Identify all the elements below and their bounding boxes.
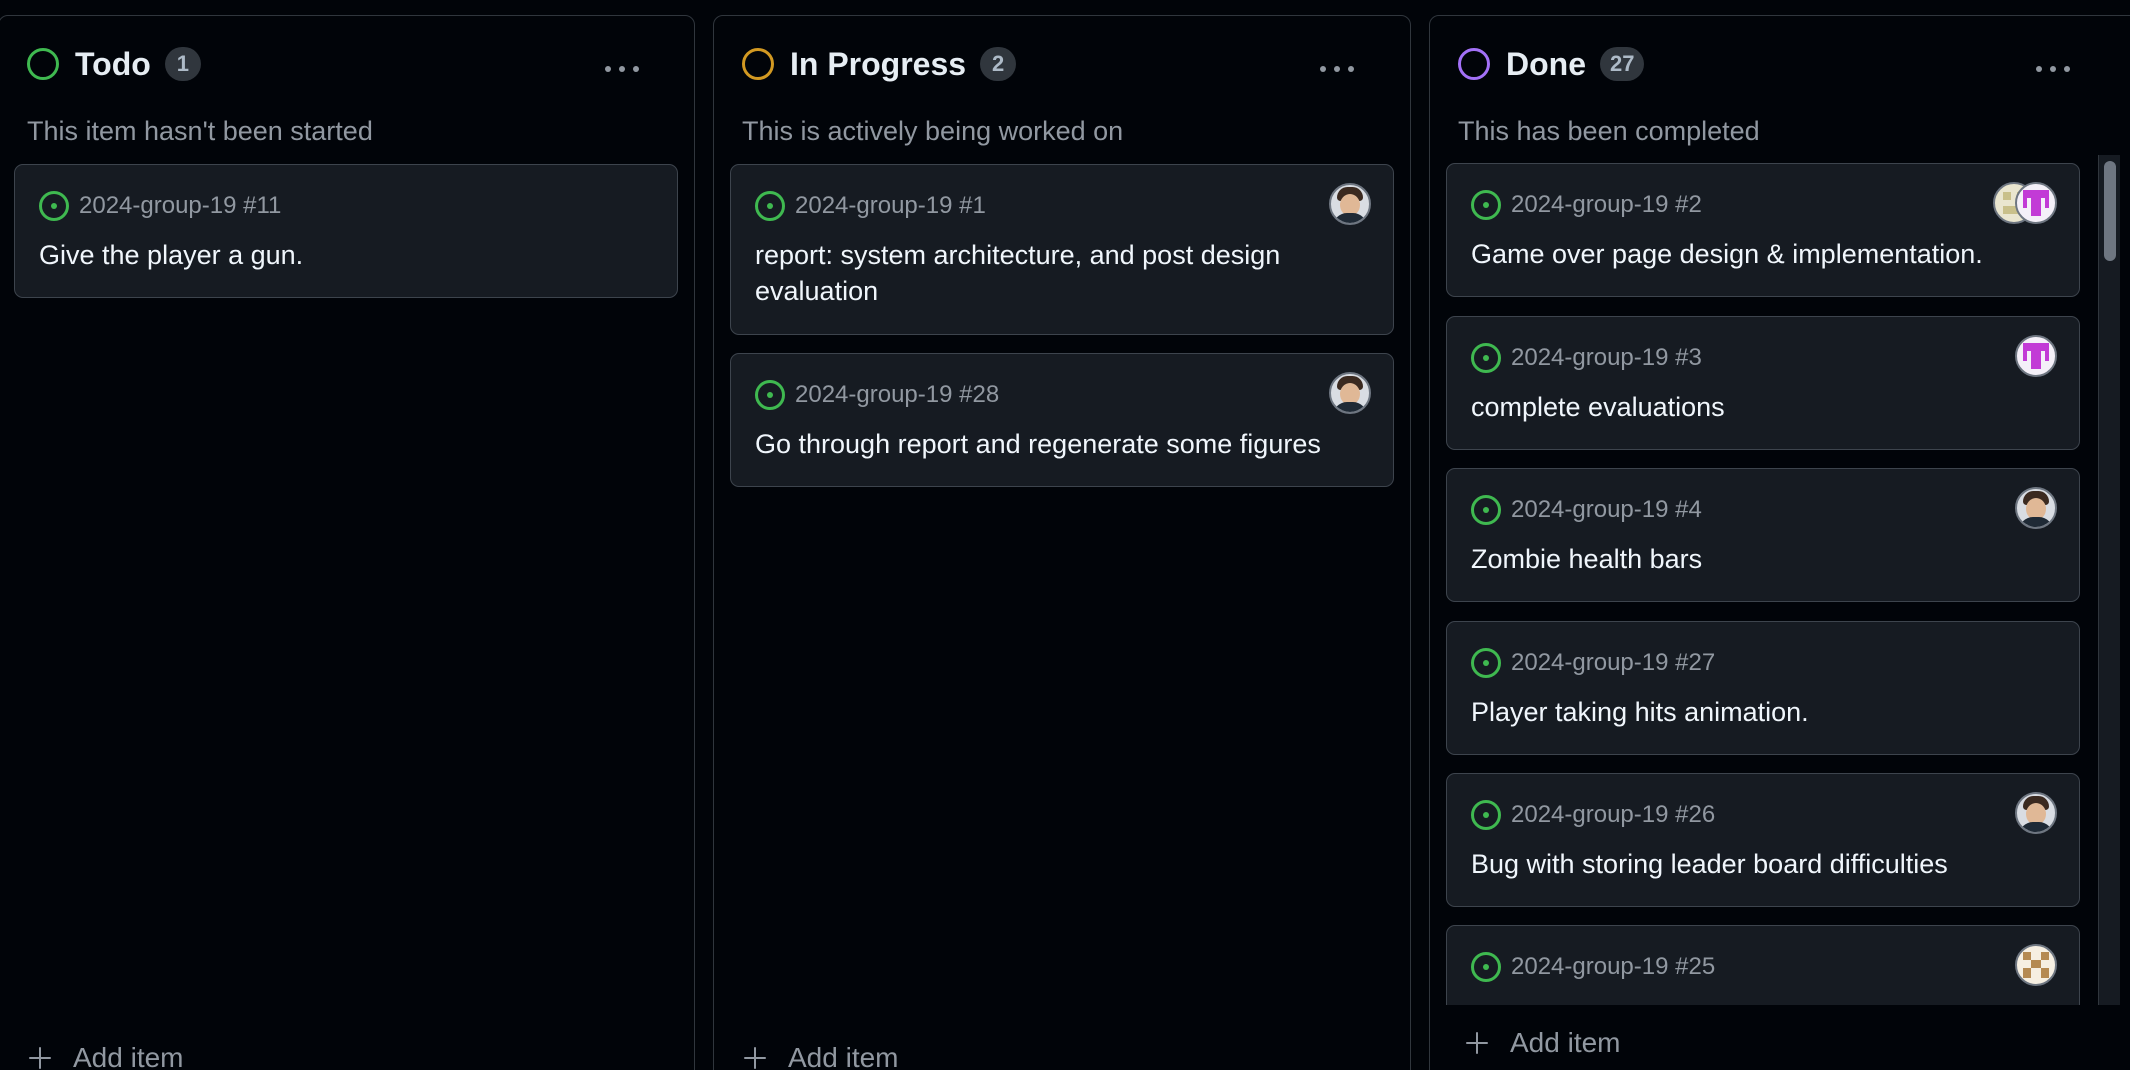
issue-title[interactable]: Player taking hits animation. <box>1471 694 2055 730</box>
item-count-badge: 1 <box>164 47 201 81</box>
assignee-avatar[interactable] <box>2015 944 2057 986</box>
issue-open-icon <box>1471 495 1501 525</box>
issue-open-icon <box>1471 190 1501 220</box>
issue-open-icon <box>1471 648 1501 678</box>
done-card-list[interactable]: 2024-group-19 #2 Game over page design &… <box>1440 155 2096 1005</box>
assignee-avatar[interactable] <box>2015 487 2057 529</box>
card-meta: 2024-group-19 #26 <box>1471 798 1715 832</box>
issue-reference[interactable]: 2024-group-19 #4 <box>1511 496 1702 524</box>
issue-open-icon <box>755 191 785 221</box>
column-more-options-icon[interactable] <box>602 58 642 80</box>
column-title: Todo <box>75 45 151 82</box>
card-meta: 2024-group-19 #25 <box>1471 950 1715 984</box>
issue-title[interactable]: complete evaluations <box>1471 389 2055 425</box>
issue-title[interactable]: Game over page design & implementation. <box>1471 236 2055 272</box>
card-meta: 2024-group-19 #4 <box>1471 493 1702 527</box>
status-circle-icon <box>742 48 774 80</box>
issue-open-icon <box>1471 343 1501 373</box>
project-board: Todo 1 This item hasn't been started 202… <box>0 0 2130 1070</box>
issue-reference[interactable]: 2024-group-19 #26 <box>1511 801 1715 829</box>
issue-card[interactable]: 2024-group-19 #2 Game over page design &… <box>1446 163 2080 297</box>
issue-card[interactable]: 2024-group-19 #28 Go through report and … <box>730 353 1394 487</box>
card-meta: 2024-group-19 #1 <box>755 189 986 223</box>
plus-icon <box>29 1047 51 1069</box>
issue-reference[interactable]: 2024-group-19 #3 <box>1511 344 1702 372</box>
done-column-scrollbar[interactable] <box>2098 155 2120 1005</box>
plus-icon <box>1466 1032 1488 1054</box>
status-circle-icon <box>1458 48 1490 80</box>
plus-icon <box>744 1047 766 1069</box>
column-todo: Todo 1 This item hasn't been started 202… <box>0 15 695 1070</box>
done-column-footer: Add item <box>1430 1005 2130 1070</box>
item-count-badge: 2 <box>980 47 1017 81</box>
assignee-avatar[interactable] <box>1329 183 1371 225</box>
issue-reference[interactable]: 2024-group-19 #28 <box>795 381 999 409</box>
issue-open-icon <box>39 191 69 221</box>
issue-card[interactable]: 2024-group-19 #25 <box>1446 925 2080 1005</box>
column-title: Done <box>1506 45 1586 82</box>
issue-open-icon <box>755 380 785 410</box>
issue-reference[interactable]: 2024-group-19 #2 <box>1511 191 1702 219</box>
card-meta: 2024-group-19 #27 <box>1471 646 1715 680</box>
add-item-label: Add item <box>788 1042 899 1070</box>
issue-title[interactable]: Go through report and regenerate some fi… <box>755 426 1369 462</box>
card-meta: 2024-group-19 #11 <box>39 189 281 223</box>
issue-reference[interactable]: 2024-group-19 #11 <box>79 192 281 220</box>
assignee-avatar[interactable] <box>1329 372 1371 414</box>
issue-card[interactable]: 2024-group-19 #26 Bug with storing leade… <box>1446 773 2080 907</box>
column-header: Done 27 <box>1458 45 1645 82</box>
issue-title[interactable]: report: system architecture, and post de… <box>755 237 1333 309</box>
issue-card[interactable]: 2024-group-19 #4 Zombie health bars <box>1446 468 2080 602</box>
issue-title[interactable]: Bug with storing leader board difficulti… <box>1471 846 2055 882</box>
assignee-avatar[interactable] <box>2015 335 2057 377</box>
issue-title[interactable]: Give the player a gun. <box>39 237 653 273</box>
column-title: In Progress <box>790 45 967 82</box>
column-description: This is actively being worked on <box>742 116 1124 146</box>
issue-open-icon <box>1471 952 1501 982</box>
column-description: This item hasn't been started <box>27 116 373 146</box>
issue-reference[interactable]: 2024-group-19 #27 <box>1511 649 1715 677</box>
issue-title[interactable]: Zombie health bars <box>1471 541 2055 577</box>
column-more-options-icon[interactable] <box>1317 58 1357 80</box>
column-description: This has been completed <box>1458 116 1760 146</box>
column-more-options-icon[interactable] <box>2033 58 2073 80</box>
column-header: In Progress 2 <box>742 45 1017 82</box>
column-in-progress: In Progress 2 This is actively being wor… <box>713 15 1411 1070</box>
issue-reference[interactable]: 2024-group-19 #25 <box>1511 953 1715 981</box>
add-item-label: Add item <box>73 1042 184 1070</box>
status-circle-icon <box>27 48 59 80</box>
add-item-button[interactable]: Add item <box>29 1040 184 1070</box>
issue-card[interactable]: 2024-group-19 #27 Player taking hits ani… <box>1446 621 2080 755</box>
scrollbar-thumb[interactable] <box>2104 161 2116 261</box>
issue-open-icon <box>1471 800 1501 830</box>
card-meta: 2024-group-19 #28 <box>755 378 999 412</box>
issue-card[interactable]: 2024-group-19 #1 report: system architec… <box>730 164 1394 335</box>
assignee-avatar[interactable] <box>2015 792 2057 834</box>
item-count-badge: 27 <box>1600 47 1645 81</box>
issue-card[interactable]: 2024-group-19 #11 Give the player a gun. <box>14 164 678 298</box>
issue-card[interactable]: 2024-group-19 #3 complete evaluations <box>1446 316 2080 450</box>
issue-reference[interactable]: 2024-group-19 #1 <box>795 192 986 220</box>
card-meta: 2024-group-19 #3 <box>1471 341 1702 375</box>
add-item-label: Add item <box>1510 1027 1621 1058</box>
add-item-button[interactable]: Add item <box>1466 1025 1621 1061</box>
add-item-button[interactable]: Add item <box>744 1040 899 1070</box>
column-header: Todo 1 <box>27 46 201 82</box>
card-meta: 2024-group-19 #2 <box>1471 188 1702 222</box>
assignee-avatar[interactable] <box>2015 182 2057 224</box>
